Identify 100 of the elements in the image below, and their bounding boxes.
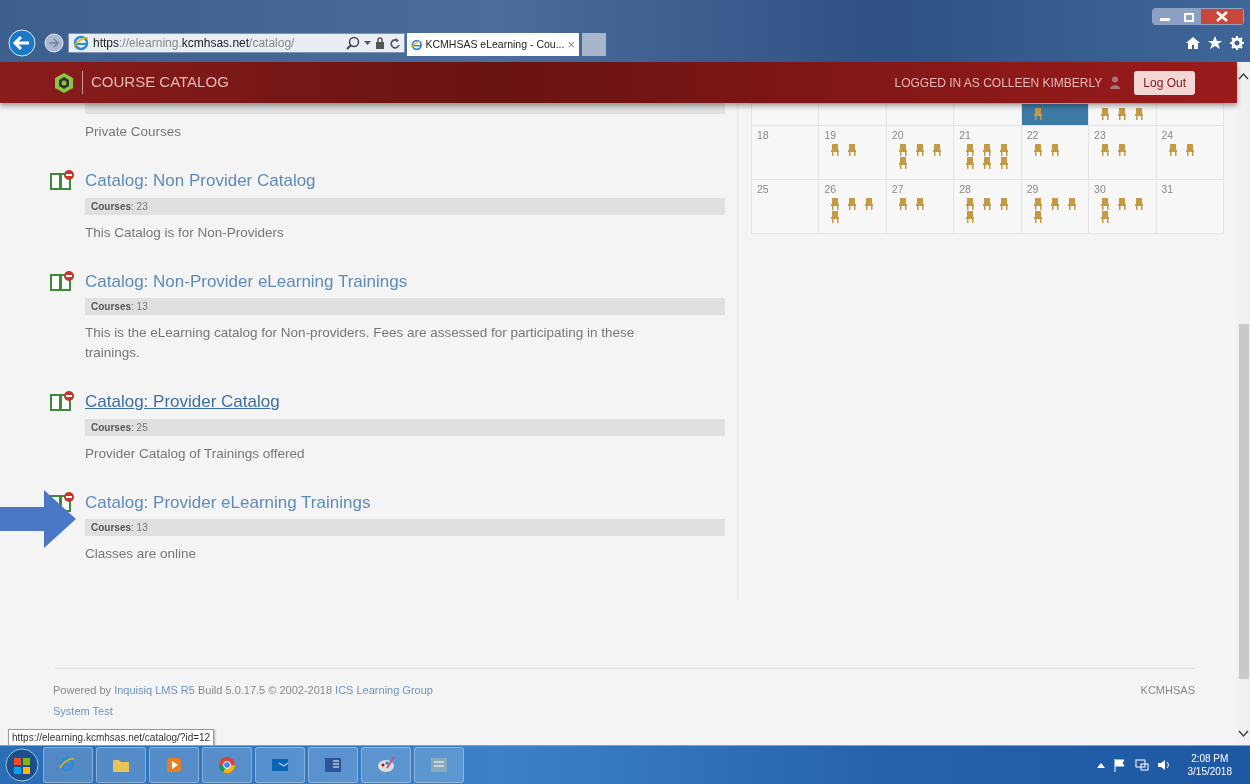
chair-icon[interactable] — [982, 143, 993, 156]
calendar-day[interactable] — [1021, 103, 1089, 126]
chair-icon[interactable] — [1167, 143, 1178, 156]
restore-icon[interactable] — [1177, 9, 1201, 24]
settings-icon[interactable] — [1230, 36, 1244, 50]
catalog-link[interactable]: Catalog: Non Provider Catalog — [85, 168, 316, 194]
chair-icon[interactable] — [1100, 210, 1111, 223]
chair-icon[interactable] — [914, 197, 925, 210]
calendar-day[interactable]: 21 — [953, 125, 1022, 180]
footer-link[interactable]: Inquisiq LMS R5 — [114, 684, 195, 696]
browser-tab[interactable]: KCMHSAS eLearning - Cou... × — [407, 33, 579, 56]
footer-link[interactable]: ICS Learning Group — [335, 684, 433, 696]
chair-icon[interactable] — [999, 156, 1010, 169]
scrollbar-thumb[interactable] — [1239, 324, 1249, 679]
forward-icon[interactable] — [44, 33, 64, 53]
scroll-down-icon[interactable] — [1238, 730, 1249, 738]
calendar-day[interactable] — [818, 103, 887, 126]
document-icon[interactable] — [324, 756, 342, 774]
chair-icon[interactable] — [1117, 143, 1128, 156]
calendar-day[interactable]: 23 — [1088, 125, 1157, 180]
calendar-day[interactable] — [1088, 103, 1157, 126]
calendar-day[interactable] — [751, 103, 819, 126]
chair-icon[interactable] — [982, 156, 993, 169]
chair-icon[interactable] — [1100, 143, 1111, 156]
home-icon[interactable] — [1186, 36, 1200, 50]
close-icon[interactable] — [1201, 9, 1243, 24]
chair-icon[interactable] — [1117, 197, 1128, 210]
calendar-day[interactable]: 29 — [1021, 179, 1089, 234]
globe-icon[interactable] — [218, 756, 236, 774]
chair-icon[interactable] — [965, 210, 976, 223]
play-icon[interactable] — [165, 756, 183, 774]
chair-icon[interactable] — [999, 197, 1010, 210]
flag-icon[interactable] — [1112, 758, 1127, 772]
calendar-day[interactable]: 27 — [886, 179, 954, 234]
caret-icon[interactable] — [364, 38, 371, 48]
catalog-link[interactable]: Catalog: Non-Provider eLearning Trainings — [85, 268, 408, 294]
logout-button[interactable]: Log Out — [1134, 70, 1195, 95]
app-icon[interactable] — [430, 756, 448, 774]
chair-icon[interactable] — [1049, 143, 1060, 156]
chair-icon[interactable] — [931, 143, 942, 156]
tab-close-button[interactable]: × — [567, 34, 575, 55]
chair-icon[interactable] — [830, 210, 841, 223]
network-icon[interactable] — [1134, 758, 1149, 772]
chair-icon[interactable] — [864, 197, 875, 210]
star-icon[interactable] — [1208, 36, 1222, 50]
catalog-link[interactable]: Catalog: Provider eLearning Trainings — [85, 489, 371, 515]
calendar-day[interactable] — [1156, 103, 1224, 126]
chair-icon[interactable] — [1032, 108, 1043, 120]
chair-icon[interactable] — [965, 156, 976, 169]
calendar-day[interactable]: 18 — [751, 125, 819, 180]
chair-icon[interactable] — [914, 143, 925, 156]
volume-icon[interactable] — [1156, 758, 1171, 772]
chair-icon[interactable] — [897, 197, 908, 210]
calendar-day[interactable]: 30 — [1088, 179, 1157, 234]
scroll-up-icon[interactable] — [1238, 72, 1249, 80]
chair-icon[interactable] — [1100, 197, 1111, 210]
calendar-day[interactable]: 19 — [818, 125, 887, 180]
calendar-day[interactable]: 26 — [818, 179, 887, 234]
chair-icon[interactable] — [982, 197, 993, 210]
calendar-day[interactable]: 20 — [886, 125, 954, 180]
footer-link[interactable]: System Test — [53, 702, 113, 719]
chair-icon[interactable] — [1066, 197, 1077, 210]
calendar-day[interactable]: 31 — [1156, 179, 1224, 234]
calendar-day[interactable]: 22 — [1021, 125, 1089, 180]
chair-icon[interactable] — [1117, 108, 1128, 120]
chair-icon[interactable] — [1032, 143, 1043, 156]
chair-icon[interactable] — [847, 197, 858, 210]
chair-icon[interactable] — [1134, 197, 1145, 210]
day-number: 21 — [959, 128, 972, 143]
tray-expand-icon[interactable] — [1096, 762, 1105, 768]
chair-icon[interactable] — [830, 143, 841, 156]
chair-icon[interactable] — [847, 143, 858, 156]
chair-icon[interactable] — [830, 197, 841, 210]
chair-icon[interactable] — [897, 156, 908, 169]
chair-icon[interactable] — [1100, 108, 1111, 120]
calendar-day[interactable] — [886, 103, 954, 126]
chair-icon[interactable] — [1032, 197, 1043, 210]
chair-icon[interactable] — [1049, 197, 1060, 210]
back-icon[interactable] — [8, 29, 36, 57]
chair-icon[interactable] — [965, 143, 976, 156]
start-icon[interactable] — [4, 747, 40, 783]
browser-icon[interactable] — [59, 756, 77, 774]
chair-icon[interactable] — [965, 197, 976, 210]
scrollbar[interactable] — [1237, 62, 1250, 745]
chair-icon[interactable] — [1032, 210, 1043, 223]
chair-icon[interactable] — [1184, 143, 1195, 156]
minimize-icon[interactable] — [1153, 9, 1177, 24]
search-icon[interactable] — [346, 36, 360, 50]
calendar-day[interactable] — [953, 103, 1022, 126]
chair-icon[interactable] — [999, 143, 1010, 156]
chair-icon[interactable] — [897, 143, 908, 156]
calendar-day[interactable]: 28 — [953, 179, 1022, 234]
mail-icon[interactable] — [271, 756, 289, 774]
refresh-icon[interactable] — [389, 37, 400, 49]
address-bar[interactable]: https://elearning.kcmhsas.net/catalog/ — [68, 33, 405, 53]
palette-icon[interactable] — [377, 756, 395, 774]
chair-icon[interactable] — [1134, 108, 1145, 120]
calendar-day[interactable]: 24 — [1156, 125, 1224, 180]
catalog-link[interactable]: Catalog: Provider Catalog — [85, 389, 280, 415]
calendar-day[interactable]: 25 — [751, 179, 819, 234]
